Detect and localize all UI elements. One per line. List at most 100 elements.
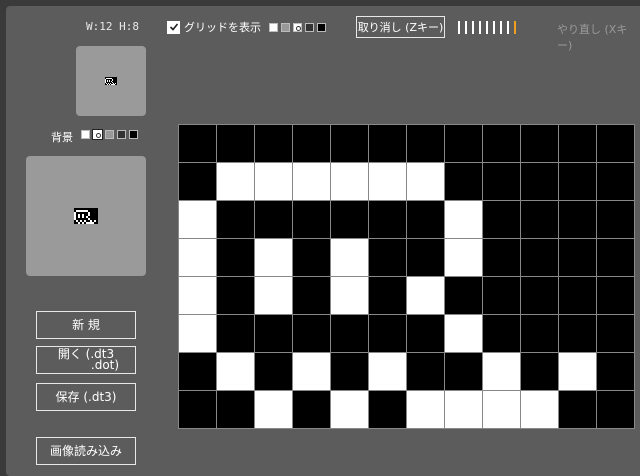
pixel-cell[interactable]	[217, 353, 254, 390]
pixel-cell[interactable]	[445, 315, 482, 352]
pixel-cell[interactable]	[483, 391, 520, 428]
pixel-cell[interactable]	[521, 353, 558, 390]
pixel-cell[interactable]	[179, 391, 216, 428]
pixel-cell[interactable]	[483, 201, 520, 238]
pixel-cell[interactable]	[597, 391, 634, 428]
pixel-cell[interactable]	[293, 163, 330, 200]
pixel-cell[interactable]	[179, 125, 216, 162]
pixel-cell[interactable]	[255, 239, 292, 276]
pixel-cell[interactable]	[369, 239, 406, 276]
pixel-cell[interactable]	[255, 277, 292, 314]
pixel-cell[interactable]	[217, 125, 254, 162]
pixel-cell[interactable]	[369, 163, 406, 200]
pixel-cell[interactable]	[559, 163, 596, 200]
save-button[interactable]: 保存 (.dt3)	[36, 383, 136, 411]
pixel-cell[interactable]	[521, 391, 558, 428]
pixel-cell[interactable]	[293, 353, 330, 390]
pixel-cell[interactable]	[217, 163, 254, 200]
pixel-cell[interactable]	[445, 391, 482, 428]
pixel-canvas[interactable]	[178, 124, 635, 429]
pixel-cell[interactable]	[217, 315, 254, 352]
pixel-cell[interactable]	[445, 239, 482, 276]
undo-button[interactable]: 取り消し (Zキー)	[356, 16, 445, 38]
pixel-cell[interactable]	[407, 315, 444, 352]
pixel-cell[interactable]	[369, 391, 406, 428]
pixel-cell[interactable]	[331, 353, 368, 390]
pixel-cell[interactable]	[597, 163, 634, 200]
history-step[interactable]	[479, 21, 481, 34]
pixel-cell[interactable]	[483, 277, 520, 314]
pixel-cell[interactable]	[597, 125, 634, 162]
pixel-cell[interactable]	[597, 315, 634, 352]
background-color-swatch[interactable]	[129, 130, 138, 139]
pixel-cell[interactable]	[445, 125, 482, 162]
pixel-cell[interactable]	[331, 125, 368, 162]
pixel-cell[interactable]	[255, 125, 292, 162]
pixel-cell[interactable]	[483, 125, 520, 162]
pixel-cell[interactable]	[331, 239, 368, 276]
pixel-cell[interactable]	[521, 125, 558, 162]
pixel-cell[interactable]	[559, 125, 596, 162]
pixel-cell[interactable]	[559, 201, 596, 238]
history-step[interactable]	[507, 21, 509, 34]
pixel-cell[interactable]	[483, 315, 520, 352]
pixel-cell[interactable]	[293, 201, 330, 238]
history-step[interactable]	[458, 21, 460, 34]
pixel-cell[interactable]	[293, 125, 330, 162]
pixel-cell[interactable]	[521, 163, 558, 200]
pixel-cell[interactable]	[217, 201, 254, 238]
pixel-cell[interactable]	[179, 315, 216, 352]
grid-color-swatch[interactable]	[293, 23, 302, 32]
grid-color-swatch[interactable]	[317, 23, 326, 32]
pixel-cell[interactable]	[445, 163, 482, 200]
pixel-cell[interactable]	[597, 201, 634, 238]
grid-color-swatch[interactable]	[281, 23, 290, 32]
pixel-cell[interactable]	[559, 277, 596, 314]
pixel-cell[interactable]	[179, 239, 216, 276]
history-step[interactable]	[472, 21, 474, 34]
pixel-cell[interactable]	[407, 163, 444, 200]
pixel-cell[interactable]	[369, 125, 406, 162]
pixel-cell[interactable]	[521, 277, 558, 314]
history-step[interactable]	[493, 21, 495, 34]
pixel-cell[interactable]	[217, 277, 254, 314]
background-color-swatch[interactable]	[92, 129, 103, 140]
pixel-cell[interactable]	[255, 353, 292, 390]
pixel-cell[interactable]	[179, 163, 216, 200]
pixel-cell[interactable]	[597, 353, 634, 390]
grid-toggle[interactable]: グリッドを表示	[167, 19, 261, 35]
pixel-cell[interactable]	[179, 201, 216, 238]
redo-button[interactable]: やり直し (Xキー)	[557, 21, 640, 53]
pixel-cell[interactable]	[483, 353, 520, 390]
history-step[interactable]	[514, 21, 516, 34]
grid-color-swatch[interactable]	[269, 23, 278, 32]
grid-checkbox[interactable]	[167, 20, 180, 34]
pixel-cell[interactable]	[407, 277, 444, 314]
pixel-cell[interactable]	[331, 163, 368, 200]
history-step[interactable]	[500, 21, 502, 34]
grid-color-swatch[interactable]	[305, 23, 314, 32]
pixel-cell[interactable]	[255, 315, 292, 352]
pixel-cell[interactable]	[407, 125, 444, 162]
pixel-cell[interactable]	[293, 391, 330, 428]
pixel-cell[interactable]	[331, 201, 368, 238]
pixel-cell[interactable]	[445, 201, 482, 238]
pixel-cell[interactable]	[521, 239, 558, 276]
pixel-cell[interactable]	[293, 239, 330, 276]
pixel-cell[interactable]	[483, 163, 520, 200]
pixel-cell[interactable]	[179, 277, 216, 314]
pixel-cell[interactable]	[559, 353, 596, 390]
pixel-cell[interactable]	[255, 201, 292, 238]
background-color-swatch[interactable]	[81, 130, 90, 139]
pixel-cell[interactable]	[331, 277, 368, 314]
pixel-cell[interactable]	[445, 277, 482, 314]
pixel-cell[interactable]	[331, 391, 368, 428]
pixel-cell[interactable]	[483, 239, 520, 276]
pixel-cell[interactable]	[179, 353, 216, 390]
open-button[interactable]: 開く (.dt3 .dot)	[36, 346, 136, 374]
pixel-cell[interactable]	[521, 201, 558, 238]
pixel-cell[interactable]	[559, 239, 596, 276]
pixel-cell[interactable]	[369, 201, 406, 238]
pixel-cell[interactable]	[521, 315, 558, 352]
background-color-swatch[interactable]	[105, 130, 114, 139]
